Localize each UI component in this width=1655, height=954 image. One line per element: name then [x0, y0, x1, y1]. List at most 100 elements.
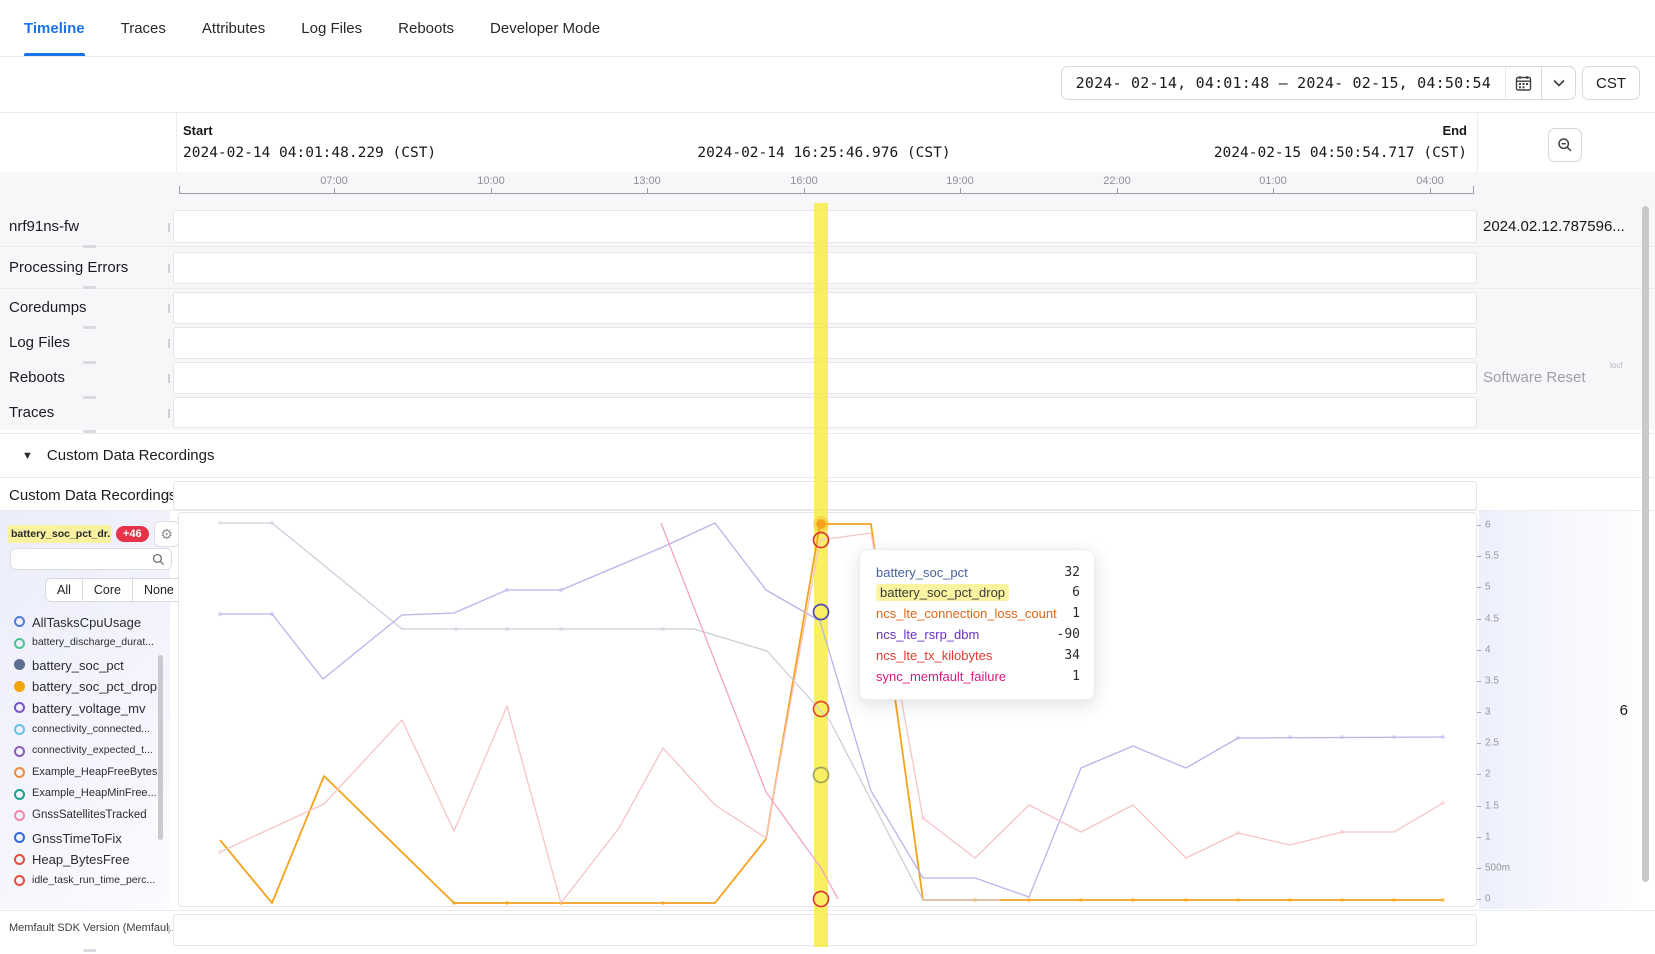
y-tick-mark	[1477, 774, 1481, 775]
legend-circle-icon[interactable]	[14, 616, 25, 627]
row-label-nrf91ns-fw: nrf91ns-fw	[9, 218, 79, 235]
legend-circle-icon[interactable]	[14, 854, 25, 865]
start-timestamp: 2024-02-14 04:01:48.229 (CST)	[183, 145, 436, 161]
device-timeline-page: Timeline Traces Attributes Log Files Reboots…	[0, 0, 1655, 954]
legend-scrollbar[interactable]	[158, 655, 163, 840]
tooltip-row: ncs_lte_connection_loss_count 1	[876, 604, 1080, 624]
y-tick-label: 1.5	[1485, 800, 1499, 811]
tooltip-row: ncs_lte_rsrp_dbm-90	[876, 624, 1080, 644]
y-tick-label: 500m	[1485, 862, 1510, 873]
time-tick-mark	[1117, 188, 1118, 194]
legend-circle-icon[interactable]	[14, 875, 25, 886]
legend-circle-icon[interactable]	[14, 638, 25, 649]
y-tick-label: 3.5	[1485, 675, 1499, 686]
end-label: End	[1442, 123, 1467, 138]
date-range-text: 2024- 02-14, 04:01:48 – 2024- 02-15, 04:…	[1062, 74, 1505, 92]
tab-reboots[interactable]: Reboots	[398, 0, 454, 56]
legend-circle-icon[interactable]	[14, 724, 25, 735]
date-range-controls: 2024- 02-14, 04:01:48 – 2024- 02-15, 04:…	[1061, 66, 1640, 100]
legend-circle-icon[interactable]	[14, 702, 25, 713]
search-icon[interactable]	[152, 553, 171, 566]
tooltip-metric-name: ncs_lte_tx_kilobytes	[876, 648, 992, 663]
time-tick-label: 16:00	[790, 175, 818, 187]
legend-item-example-heapfreebytes[interactable]: Example_HeapFreeBytes	[32, 766, 157, 778]
legend-item-gnsssatellitestracked[interactable]: GnssSatellitesTracked	[32, 809, 147, 821]
row-resize-handle[interactable]	[83, 949, 96, 952]
legend-item-connectivity-expected-t-[interactable]: connectivity_expected_t...	[32, 744, 153, 756]
legend-circle-icon[interactable]	[14, 659, 25, 670]
legend-item-battery-soc-pct[interactable]: battery_soc_pct	[32, 658, 124, 673]
y-tick-label: 2.5	[1485, 738, 1499, 749]
y-tick-label: 5.5	[1485, 551, 1499, 562]
page-scrollbar[interactable]	[1642, 206, 1649, 882]
time-tick-label: 10:00	[477, 175, 505, 187]
gear-icon[interactable]: ⚙	[154, 521, 180, 547]
calendar-icon[interactable]	[1505, 67, 1541, 99]
row-right-label: 2024.02.12.787596...	[1483, 218, 1625, 235]
legend-circle-icon[interactable]	[14, 810, 25, 821]
y-tick-label: 5	[1485, 582, 1491, 593]
tooltip-metric-value: 32	[1064, 565, 1080, 580]
row-resize-handle[interactable]	[83, 326, 96, 329]
metric-search-input[interactable]	[11, 549, 152, 569]
legend-item-heap-bytesfree[interactable]: Heap_BytesFree	[32, 852, 130, 867]
tab-log-files[interactable]: Log Files	[301, 0, 362, 56]
legend-circle-icon[interactable]	[14, 746, 25, 757]
filter-none-button[interactable]: None	[132, 579, 185, 601]
pinned-metric-row: battery_soc_pct_dr... +46 ⚙	[8, 521, 180, 547]
y-tick-mark	[1477, 681, 1481, 682]
y-tick-label: 3	[1485, 707, 1491, 718]
time-tick-label: 19:00	[946, 175, 974, 187]
cursor-timestamp: 2024-02-14 16:25:46.976 (CST)	[697, 145, 950, 161]
tooltip-row: ncs_lte_tx_kilobytes 34	[876, 645, 1080, 665]
row-resize-handle[interactable]	[83, 361, 96, 364]
legend-item-battery-voltage-mv[interactable]: battery_voltage_mv	[32, 701, 145, 716]
filter-all-button[interactable]: All	[46, 579, 82, 601]
y-tick-mark	[1477, 743, 1481, 744]
tab-traces[interactable]: Traces	[121, 0, 166, 56]
row-resize-handle[interactable]	[83, 245, 96, 248]
time-tick-mark	[1273, 188, 1274, 194]
legend-item-battery-discharge-durat-[interactable]: battery_discharge_durat...	[32, 636, 154, 648]
tab-developer-mode[interactable]: Developer Mode	[490, 0, 600, 56]
legend-item-idle-task-run-time-perc-[interactable]: idle_task_run_time_perc...	[32, 874, 155, 886]
time-tick-mark	[804, 188, 805, 194]
time-cursor-band	[814, 203, 828, 947]
y-tick-mark	[1477, 525, 1481, 526]
row-label-coredumps: Coredumps	[9, 299, 87, 316]
row-resize-handle[interactable]	[83, 286, 96, 289]
tooltip-metric-value: 34	[1064, 648, 1080, 663]
legend-item-gnsstimetofix[interactable]: GnssTimeToFix	[32, 831, 122, 846]
time-tick-label: 01:00	[1259, 175, 1287, 187]
metric-count-badge[interactable]: +46	[116, 526, 149, 542]
legend-item-example-heapminfree-[interactable]: Example_HeapMinFree...	[32, 787, 157, 799]
cdr-row-label: Custom Data Recordings	[9, 487, 177, 504]
row-resize-handle[interactable]	[83, 430, 96, 433]
chevron-down-icon[interactable]	[1541, 67, 1575, 99]
time-tick-mark	[960, 188, 961, 194]
legend-item-alltaskscpuusage[interactable]: AllTasksCpuUsage	[32, 615, 141, 630]
zoom-out-button[interactable]	[1548, 128, 1582, 162]
legend-circle-icon[interactable]	[14, 832, 25, 843]
tab-attributes[interactable]: Attributes	[202, 0, 265, 56]
pinned-metric-chip[interactable]: battery_soc_pct_dr...	[8, 525, 111, 543]
legend-item-connectivity-connected-[interactable]: connectivity_connected...	[32, 723, 150, 735]
tab-timeline[interactable]: Timeline	[24, 0, 85, 56]
y-tick-label: 4	[1485, 644, 1491, 655]
legend-circle-icon[interactable]	[14, 681, 25, 692]
hovered-value-label: 6	[1598, 702, 1628, 719]
collapse-caret-icon[interactable]: ▼	[22, 450, 33, 462]
legend-circle-icon[interactable]	[14, 789, 25, 800]
time-axis: 07:0010:0013:0016:0019:0022:0001:0004:00	[0, 172, 1655, 198]
tooltip-metric-value: 1	[1072, 606, 1080, 621]
row-resize-handle[interactable]	[83, 396, 96, 399]
legend-item-battery-soc-pct-drop[interactable]: battery_soc_pct_drop	[32, 679, 157, 694]
filter-core-button[interactable]: Core	[82, 579, 132, 601]
timezone-button[interactable]: CST	[1582, 66, 1640, 100]
header-divider	[176, 113, 177, 173]
start-label: Start	[183, 123, 213, 138]
date-range-picker[interactable]: 2024- 02-14, 04:01:48 – 2024- 02-15, 04:…	[1061, 66, 1576, 100]
legend-circle-icon[interactable]	[14, 767, 25, 778]
y-tick-mark	[1477, 837, 1481, 838]
tooltip-metric-name: ncs_lte_connection_loss_count	[876, 606, 1057, 621]
